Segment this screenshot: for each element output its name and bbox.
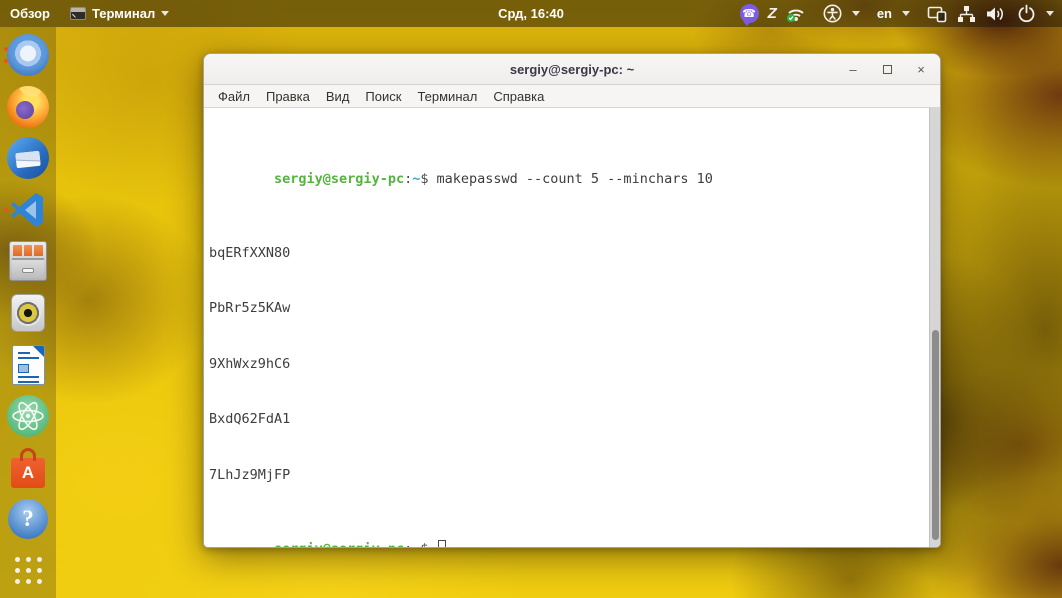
terminal-cursor <box>437 539 446 547</box>
prompt-user-host: sergiy@sergiy-pc <box>274 541 404 548</box>
running-indicator <box>4 47 8 51</box>
viber-icon[interactable]: ☎ <box>739 4 759 26</box>
chevron-down-icon <box>851 11 860 16</box>
menu-file[interactable]: Файл <box>210 89 258 104</box>
terminal-line-prompt: sergiy@sergiy-pc:~$ <box>209 521 922 548</box>
show-applications-button[interactable] <box>2 547 54 595</box>
clock[interactable]: Срд, 16:40 <box>488 0 574 27</box>
command-text: makepasswd --count 5 --minchars 10 <box>436 170 713 187</box>
language-label: en <box>876 6 892 21</box>
menu-bar: Файл Правка Вид Поиск Терминал Справка <box>204 85 940 108</box>
volume-icon <box>987 7 1003 20</box>
dock-item-libreoffice-writer[interactable] <box>2 341 54 389</box>
dock: A ? <box>0 27 56 598</box>
dock-item-chromium[interactable] <box>2 31 54 79</box>
atom-icon <box>7 395 49 438</box>
terminal-output-line: 7LhJz9MjFP <box>209 466 291 483</box>
window-titlebar[interactable]: sergiy@sergiy-pc: ~ – × <box>204 54 940 85</box>
chromium-icon <box>7 34 49 76</box>
top-bar: Обзор Терминал Срд, 16:40 ☎ Z en <box>0 0 1062 27</box>
wifi-connected-icon[interactable] <box>786 5 806 23</box>
system-status-menu[interactable] <box>927 4 1054 23</box>
thunderbird-icon <box>7 137 49 180</box>
accessibility-menu[interactable] <box>823 4 860 23</box>
language-menu[interactable]: en <box>877 6 910 21</box>
app-menu[interactable]: Терминал <box>60 0 179 27</box>
vscode-icon <box>11 192 43 227</box>
dock-item-ubuntu-software[interactable]: A <box>2 444 54 492</box>
dock-item-thunderbird[interactable] <box>2 134 54 182</box>
running-indicator <box>4 207 8 212</box>
dock-item-vscode[interactable] <box>2 186 54 234</box>
dock-item-atom[interactable] <box>2 392 54 440</box>
file-cabinet-icon <box>9 241 47 282</box>
menu-view[interactable]: Вид <box>318 89 358 104</box>
scrollbar-thumb[interactable] <box>932 329 939 541</box>
app-menu-label: Терминал <box>92 6 156 21</box>
dock-item-firefox[interactable] <box>2 83 54 131</box>
minimize-button[interactable]: – <box>844 60 862 78</box>
terminal-output-line: 9XhWxz9hC6 <box>209 355 291 372</box>
maximize-icon <box>882 64 892 74</box>
app-grid-icon <box>14 557 42 585</box>
menu-terminal[interactable]: Терминал <box>409 89 485 104</box>
software-bag-icon: A <box>11 447 45 488</box>
dock-item-rhythmbox[interactable] <box>2 289 54 337</box>
wired-network-icon <box>958 5 975 22</box>
terminal-output-line: BxdQ62FdA1 <box>209 411 291 427</box>
terminal-window: sergiy@sergiy-pc: ~ – × Файл Правка Вид … <box>203 53 941 548</box>
chevron-down-icon <box>1046 11 1054 16</box>
terminal-icon <box>70 7 86 20</box>
terminal-line-command: sergiy@sergiy-pc:~$ makepasswd --count 5 … <box>274 170 713 187</box>
z-app-icon[interactable]: Z <box>768 5 777 22</box>
dock-item-files[interactable] <box>2 237 54 285</box>
screen-share-icon <box>927 6 947 22</box>
terminal-content[interactable]: sergiy@sergiy-pc:~$ makepasswd --count 5 … <box>204 108 940 547</box>
writer-document-icon <box>11 344 45 385</box>
firefox-icon <box>7 85 49 128</box>
terminal-output-line: PbRr5z5KAw <box>209 300 291 316</box>
chevron-down-icon <box>902 11 910 16</box>
window-title: sergiy@sergiy-pc: ~ <box>509 61 635 77</box>
desktop: Обзор Терминал Срд, 16:40 ☎ Z en A ? ser… <box>0 0 1062 598</box>
terminal-output-line: bqERfXXN80 <box>209 244 291 261</box>
activities-button[interactable]: Обзор <box>0 0 60 27</box>
power-icon <box>1018 4 1035 23</box>
terminal-scrollbar[interactable] <box>929 108 940 547</box>
running-indicator <box>4 59 8 63</box>
menu-help[interactable]: Справка <box>485 89 552 104</box>
help-icon: ? <box>8 499 48 540</box>
close-button[interactable]: × <box>912 60 930 78</box>
accessibility-icon <box>823 4 842 23</box>
chevron-down-icon <box>161 11 170 16</box>
prompt-user-host: sergiy@sergiy-pc <box>274 170 405 187</box>
menu-edit[interactable]: Правка <box>258 89 318 104</box>
dock-item-help[interactable]: ? <box>2 495 54 543</box>
menu-search[interactable]: Поиск <box>357 89 409 104</box>
speaker-icon <box>11 293 45 332</box>
maximize-button[interactable] <box>878 60 896 78</box>
